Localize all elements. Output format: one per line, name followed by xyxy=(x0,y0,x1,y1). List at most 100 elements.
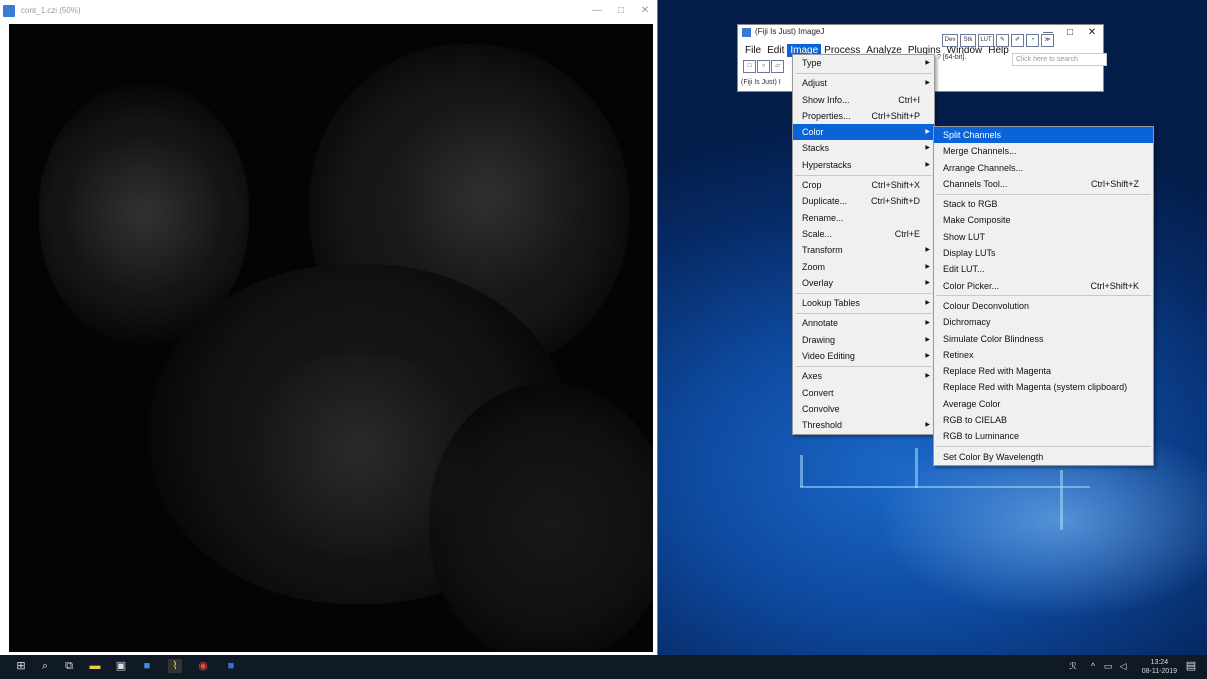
outlook-icon[interactable]: ■ xyxy=(140,659,154,673)
fiji-icon[interactable]: ⌇ xyxy=(168,659,182,673)
menu-separator xyxy=(795,365,932,367)
fiji-app-icon xyxy=(742,28,751,37)
menu-item-annotate[interactable]: Annotate ▶ xyxy=(793,315,934,331)
network-icon[interactable]: ▭ xyxy=(1101,659,1115,673)
menu-item-channels-tool[interactable]: Channels Tool... Ctrl+Shift+Z xyxy=(934,176,1153,192)
maximize-button[interactable]: □ xyxy=(609,0,633,24)
maximize-button[interactable]: □ xyxy=(1059,25,1081,41)
chrome-icon[interactable]: ◉ xyxy=(196,659,210,673)
tool-0[interactable]: Dev xyxy=(942,34,958,47)
tool-3[interactable]: ✎ xyxy=(996,34,1009,47)
menu-item-show-lut[interactable]: Show LUT xyxy=(934,229,1153,245)
menu-item-video-editing[interactable]: Video Editing ▶ xyxy=(793,348,934,364)
menu-item-color-picker[interactable]: Color Picker... Ctrl+Shift+K xyxy=(934,278,1153,294)
light-beam xyxy=(915,448,918,488)
menu-item-properties[interactable]: Properties... Ctrl+Shift+P xyxy=(793,108,934,124)
menu-item-threshold[interactable]: Threshold ▶ xyxy=(793,417,934,433)
menu-item-zoom[interactable]: Zoom ▶ xyxy=(793,259,934,275)
menu-item-label: Duplicate... xyxy=(802,196,848,207)
menu-item-duplicate[interactable]: Duplicate... Ctrl+Shift+D xyxy=(793,193,934,209)
menu-item-hyperstacks[interactable]: Hyperstacks ▶ xyxy=(793,157,934,173)
menu-item-label: Stacks xyxy=(802,143,830,154)
menu-item-label: Split Channels xyxy=(943,130,1002,140)
word-icon[interactable]: ■ xyxy=(224,659,238,673)
start-icon[interactable]: ⊞ xyxy=(14,659,28,673)
menu-item-color[interactable]: Color ▶ xyxy=(793,124,934,141)
menu-file[interactable]: File xyxy=(742,44,764,57)
menu-item-drawing[interactable]: Drawing ▶ xyxy=(793,332,934,348)
submenu-arrow-icon: ▶ xyxy=(925,353,930,360)
menu-item-replace-red-with-magenta[interactable]: Replace Red with Magenta xyxy=(934,363,1153,379)
menu-item-simulate-color-blindness[interactable]: Simulate Color Blindness xyxy=(934,331,1153,347)
file-explorer-icon[interactable]: ▬ xyxy=(88,659,102,673)
polygon-tool-icon[interactable]: ▱ xyxy=(771,60,784,73)
menu-item-display-luts[interactable]: Display LUTs xyxy=(934,245,1153,261)
task-view-icon[interactable]: ⧉ xyxy=(62,659,76,673)
taskbar: ⊞ ⌕ ⧉ ▬ ▣ ■ ⌇ ◉ ■ ℛ ^ ▭ ◁ 13:24 08-11-20… xyxy=(0,655,1207,679)
menu-item-type[interactable]: Type ▶ xyxy=(793,55,934,71)
menu-item-rgb-to-cielab[interactable]: RGB to CIELAB xyxy=(934,412,1153,428)
tool-6[interactable]: ≫ xyxy=(1041,34,1054,47)
close-button[interactable]: ✕ xyxy=(1081,25,1103,41)
menu-item-label: Average Color xyxy=(943,398,1001,409)
search-icon[interactable]: ⌕ xyxy=(38,659,52,673)
menu-item-convolve[interactable]: Convolve xyxy=(793,401,934,417)
rectangle-tool-icon[interactable]: □ xyxy=(743,60,756,73)
menu-item-split-channels[interactable]: Split Channels xyxy=(934,127,1153,144)
menu-item-shortcut: Ctrl+Shift+K xyxy=(1090,280,1139,291)
menu-item-dichromacy[interactable]: Dichromacy xyxy=(934,314,1153,330)
menu-item-crop[interactable]: Crop Ctrl+Shift+X xyxy=(793,177,934,193)
close-button[interactable]: ✕ xyxy=(633,0,657,24)
clock[interactable]: 13:24 08-11-2019 xyxy=(1142,658,1177,676)
chevron-up-icon[interactable]: ^ xyxy=(1086,659,1100,673)
menu-edit[interactable]: Edit xyxy=(764,44,787,57)
people-icon[interactable]: ℛ xyxy=(1066,659,1080,673)
submenu-arrow-icon: ▶ xyxy=(925,247,930,254)
menu-item-lookup-tables[interactable]: Lookup Tables ▶ xyxy=(793,295,934,311)
menu-item-label: Zoom xyxy=(802,261,826,272)
image-canvas[interactable] xyxy=(9,24,653,652)
menu-item-scale[interactable]: Scale... Ctrl+E xyxy=(793,226,934,242)
menu-item-stack-to-rgb[interactable]: Stack to RGB xyxy=(934,196,1153,212)
menu-item-colour-deconvolution[interactable]: Colour Deconvolution xyxy=(934,298,1153,314)
status-bar-right: ? [64-bit]. xyxy=(937,54,967,61)
menu-item-replace-red-with-magenta-system-clipboard[interactable]: Replace Red with Magenta (system clipboa… xyxy=(934,379,1153,395)
menu-item-label: Rename... xyxy=(802,212,844,223)
menu-item-adjust[interactable]: Adjust ▶ xyxy=(793,75,934,91)
menu-item-transform[interactable]: Transform ▶ xyxy=(793,242,934,258)
menu-item-merge-channels[interactable]: Merge Channels... xyxy=(934,143,1153,159)
menu-item-rename[interactable]: Rename... xyxy=(793,210,934,226)
tool-1[interactable]: Stk xyxy=(960,34,976,47)
menu-item-average-color[interactable]: Average Color xyxy=(934,396,1153,412)
volume-icon[interactable]: ◁ xyxy=(1116,659,1130,673)
menu-separator xyxy=(936,193,1151,195)
notification-icon[interactable]: ▤ xyxy=(1184,659,1198,673)
menu-item-axes[interactable]: Axes ▶ xyxy=(793,368,934,384)
menu-item-arrange-channels[interactable]: Arrange Channels... xyxy=(934,160,1153,176)
menu-item-set-color-by-wavelength[interactable]: Set Color By Wavelength xyxy=(934,449,1153,465)
menu-item-convert[interactable]: Convert xyxy=(793,385,934,401)
oval-tool-icon[interactable]: ○ xyxy=(757,60,770,73)
store-icon[interactable]: ▣ xyxy=(114,659,128,673)
menu-item-retinex[interactable]: Retinex xyxy=(934,347,1153,363)
menu-item-label: Edit LUT... xyxy=(943,264,985,275)
menu-item-overlay[interactable]: Overlay ▶ xyxy=(793,275,934,291)
image-window[interactable]: cont_1.czi (50%) — □ ✕ xyxy=(0,0,657,655)
menu-item-label: Simulate Color Blindness xyxy=(943,333,1044,344)
menu-item-show-info[interactable]: Show Info... Ctrl+I xyxy=(793,92,934,108)
clock-date: 08-11-2019 xyxy=(1141,668,1177,675)
search-input[interactable]: Click here to search xyxy=(1012,53,1107,66)
tool-4[interactable]: ✐ xyxy=(1011,34,1024,47)
menu-item-label: Threshold xyxy=(802,420,843,431)
menu-item-make-composite[interactable]: Make Composite xyxy=(934,212,1153,228)
menu-item-shortcut: Ctrl+Shift+Z xyxy=(1090,178,1139,189)
minimize-button[interactable]: — xyxy=(585,0,609,24)
image-window-titlebar[interactable]: cont_1.czi (50%) — □ ✕ xyxy=(0,0,657,24)
menu-item-edit-lut[interactable]: Edit LUT... xyxy=(934,261,1153,277)
menu-item-rgb-to-luminance[interactable]: RGB to Luminance xyxy=(934,428,1153,444)
tool-2[interactable]: LUT xyxy=(978,34,994,47)
menu-separator xyxy=(795,72,932,74)
menu-item-stacks[interactable]: Stacks ▶ xyxy=(793,140,934,156)
tool-5[interactable]: ◔ xyxy=(1026,34,1039,47)
menu-item-label: Arrange Channels... xyxy=(943,162,1024,173)
